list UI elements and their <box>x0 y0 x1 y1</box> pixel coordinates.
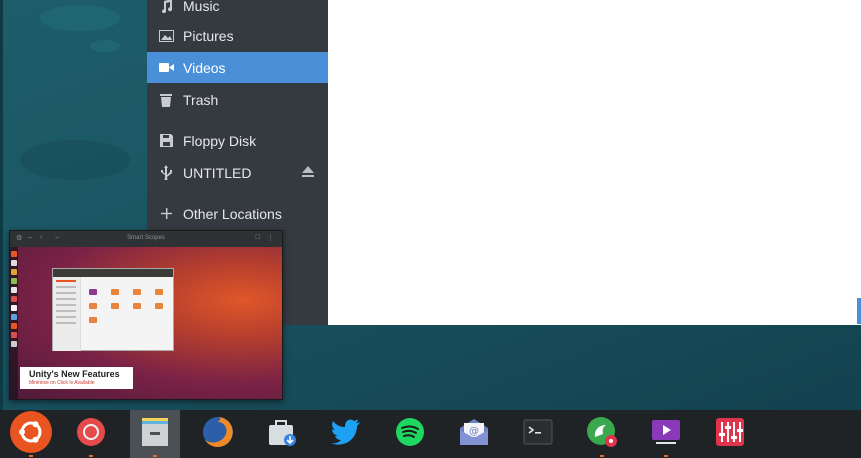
dock-item-video-player[interactable] <box>641 410 691 458</box>
dock-item-mail[interactable]: @ <box>449 410 499 458</box>
preview-window-titlebar <box>53 269 173 277</box>
mail-icon: @ <box>459 418 489 451</box>
preview-more-icon: ⋮ <box>267 235 274 242</box>
sidebar-item-floppy-disk[interactable]: Floppy Disk <box>147 125 328 156</box>
dock: @ <box>0 410 861 458</box>
preview-launcher-icon <box>11 323 17 329</box>
sidebar-item-untitled[interactable]: UNTITLED <box>147 157 328 188</box>
dock-item-terminal[interactable] <box>513 410 563 458</box>
mixer-icon <box>715 417 745 452</box>
preview-file-manager-window <box>52 268 174 351</box>
preview-folder-icon <box>111 303 119 309</box>
preview-card-heading: Unity's New Features <box>29 369 120 379</box>
terminal-icon <box>523 419 553 450</box>
sidebar-item-music[interactable]: Music <box>147 0 328 21</box>
eject-icon[interactable] <box>302 166 314 178</box>
preview-launcher-icon <box>11 278 17 284</box>
preview-launcher <box>10 247 18 399</box>
usb-icon <box>158 165 174 181</box>
dock-item-mixer[interactable] <box>705 410 755 458</box>
ubuntu-logo-icon <box>9 410 53 458</box>
desktop-wallpaper-detail <box>90 40 120 52</box>
preview-launcher-icon <box>11 287 17 293</box>
settings-app-icon <box>586 416 618 453</box>
firefox-icon <box>202 416 234 453</box>
preview-maximize-icon: □ <box>255 234 260 241</box>
sidebar-item-pictures[interactable]: Pictures <box>147 20 328 51</box>
sidebar-item-other-locations[interactable]: Other Locations <box>147 198 328 229</box>
preview-window-title: Smart Scopes <box>127 235 165 241</box>
sidebar-item-label: UNTITLED <box>183 164 252 181</box>
desktop-edge <box>0 0 3 410</box>
pictures-icon <box>158 28 174 44</box>
sidebar-item-label: Music <box>183 0 220 14</box>
running-indicator <box>600 455 604 457</box>
preview-launcher-icon <box>11 314 17 320</box>
preview-titlebar: ⚙ – ‹ ← Smart Scopes □ ⋮ <box>10 231 282 247</box>
dock-item-chromium[interactable] <box>66 410 116 458</box>
scrollbar[interactable] <box>857 298 861 324</box>
preview-desktop: Unity's New Features Minimise on Click I… <box>10 247 282 399</box>
preview-folder-icon <box>133 289 141 295</box>
sidebar-item-label: Trash <box>183 91 219 108</box>
spotify-icon <box>395 417 425 452</box>
floppy-disk-icon <box>158 133 174 149</box>
preview-launcher-icon <box>11 251 17 257</box>
twitter-icon <box>331 418 361 450</box>
preview-folder-icon <box>89 289 97 295</box>
sidebar-item-label: Pictures <box>183 27 234 44</box>
preview-launcher-icon <box>11 296 17 302</box>
dock-item-settings-app[interactable] <box>577 410 627 458</box>
preview-folder-icon <box>155 303 163 309</box>
video-player-icon <box>651 418 681 451</box>
running-indicator <box>664 455 668 457</box>
running-indicator <box>29 455 33 457</box>
dock-item-firefox[interactable] <box>193 410 243 458</box>
preview-folder-icon <box>89 303 97 309</box>
software-center-icon <box>267 417 297 452</box>
plus-icon <box>158 206 174 222</box>
window-preview-thumbnail[interactable]: ⚙ – ‹ ← Smart Scopes □ ⋮ Unity's New Fea… <box>9 230 283 400</box>
videos-icon <box>158 60 174 76</box>
preview-window-sidebar <box>53 277 81 351</box>
preview-launcher-icon <box>11 260 17 266</box>
svg-text:@: @ <box>469 426 479 437</box>
preview-launcher-icon <box>11 305 17 311</box>
preview-folder-icon <box>89 317 97 323</box>
file-view-area[interactable] <box>328 0 861 325</box>
preview-folder-icon <box>155 289 163 295</box>
desktop-wallpaper-detail <box>40 5 120 31</box>
preview-folder-icon <box>111 289 119 295</box>
sidebar-item-label: Videos <box>183 59 226 76</box>
music-icon <box>158 0 174 14</box>
dock-item-twitter[interactable] <box>321 410 371 458</box>
preview-headline-card: Unity's New Features Minimise on Click I… <box>20 367 133 389</box>
preview-card-subtext: Minimise on Click Is Available <box>29 380 95 386</box>
trash-icon <box>158 92 174 108</box>
sidebar-item-trash[interactable]: Trash <box>147 84 328 115</box>
preview-launcher-icon <box>11 269 17 275</box>
sidebar-item-label: Other Locations <box>183 205 282 222</box>
sidebar-item-videos[interactable]: Videos <box>147 52 328 83</box>
preview-launcher-icon <box>11 341 17 347</box>
dock-item-spotify[interactable] <box>385 410 435 458</box>
desktop-wallpaper-detail <box>20 140 130 180</box>
sidebar-item-label: Floppy Disk <box>183 132 257 149</box>
preview-folder-icon <box>133 303 141 309</box>
running-indicator <box>89 455 93 457</box>
preview-launcher-icon <box>11 332 17 338</box>
dock-item-software-center[interactable] <box>257 410 307 458</box>
dock-item-files[interactable] <box>130 410 180 458</box>
running-indicator <box>153 455 157 457</box>
dock-item-ubuntu[interactable] <box>6 410 56 458</box>
chromium-icon <box>76 417 106 452</box>
files-icon <box>140 417 170 451</box>
